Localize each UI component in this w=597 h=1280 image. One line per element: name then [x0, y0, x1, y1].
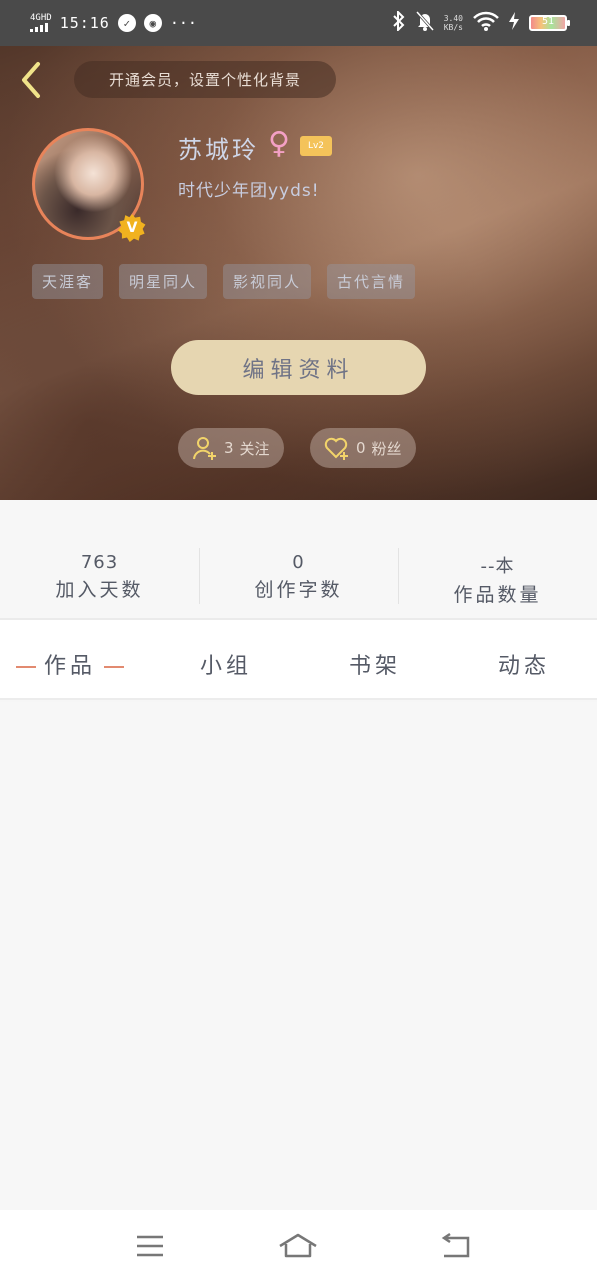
mute-bell-icon	[415, 11, 434, 35]
heart-plus-icon	[324, 437, 348, 460]
fans-count: 0	[356, 439, 366, 457]
stat-label: 创作字数	[254, 579, 343, 601]
stat-join-days: 763 加入天数	[0, 552, 199, 602]
tab-content-area	[0, 702, 597, 1210]
profile-header: 4GHD 15:16 ✓ ◉ ··· 3.40 KB/s 51 开通会员，设置个…	[0, 0, 597, 500]
fans-button[interactable]: 0 粉丝	[310, 428, 416, 468]
tab-indicator	[104, 666, 125, 668]
avatar-container[interactable]: V	[32, 128, 146, 242]
stat-works-count: --本 作品数量	[398, 552, 597, 607]
home-icon[interactable]	[278, 1232, 318, 1260]
following-label: 关注	[239, 439, 270, 458]
compass-icon: ✓	[117, 14, 136, 32]
bluetooth-icon	[392, 9, 406, 35]
tab-bookshelf[interactable]: 书架	[349, 648, 401, 680]
network-speed: 3.40 KB/s	[444, 14, 463, 32]
tab-activity[interactable]: 动态	[498, 648, 550, 680]
return-icon[interactable]	[436, 1232, 476, 1260]
speed-unit: KB/s	[443, 23, 463, 32]
more-notifications-icon: ···	[169, 14, 197, 32]
tag-item[interactable]: 古代言情	[327, 264, 416, 299]
tag-item[interactable]: 明星同人	[119, 264, 208, 299]
chevron-left-icon	[22, 62, 40, 98]
stat-label: 作品数量	[453, 584, 542, 606]
tab-indicator	[16, 666, 36, 668]
tag-list: 天涯客 明星同人 影视同人 古代言情	[32, 264, 416, 299]
tab-groups[interactable]: 小组	[200, 648, 252, 680]
wechat-icon: ◉	[143, 14, 162, 32]
tab-label: 作品	[44, 654, 97, 679]
clock: 15:16	[59, 14, 110, 32]
status-bar: 4GHD 15:16 ✓ ◉ ··· 3.40 KB/s 51	[0, 0, 597, 46]
tag-item[interactable]: 天涯客	[32, 264, 104, 299]
stat-word-count: 0 创作字数	[199, 552, 398, 602]
following-button[interactable]: 3 关注	[178, 428, 284, 468]
user-plus-icon	[193, 437, 216, 460]
battery-level: 51	[541, 16, 555, 27]
system-nav-bar	[0, 1210, 597, 1280]
charging-icon	[509, 12, 519, 34]
battery-icon: 51	[529, 15, 570, 31]
speed-value: 3.40	[443, 14, 463, 23]
menu-icon[interactable]	[130, 1232, 170, 1260]
network-type: 4GHD	[30, 13, 52, 23]
signal-icon: 4GHD	[30, 14, 52, 32]
back-button[interactable]	[16, 60, 46, 100]
tab-bar: 作品 小组 书架 动态	[0, 620, 597, 700]
vip-prompt-button[interactable]: 开通会员，设置个性化背景	[74, 61, 336, 98]
following-count: 3	[224, 439, 234, 457]
edit-profile-button[interactable]: 编辑资料	[171, 340, 426, 395]
wifi-icon	[473, 11, 499, 35]
tag-item[interactable]: 影视同人	[223, 264, 312, 299]
female-icon: ♀	[268, 126, 290, 161]
stat-value: 763	[80, 552, 119, 573]
fans-label: 粉丝	[371, 439, 402, 458]
stat-value: 0	[292, 552, 305, 573]
level-badge: Lv2	[300, 136, 332, 156]
user-signature: 时代少年团yyds!	[178, 181, 320, 201]
tab-works[interactable]: 作品	[8, 648, 132, 680]
stat-value: --本	[480, 556, 515, 577]
user-name: 苏城玲	[178, 136, 259, 164]
stat-label: 加入天数	[55, 579, 144, 601]
